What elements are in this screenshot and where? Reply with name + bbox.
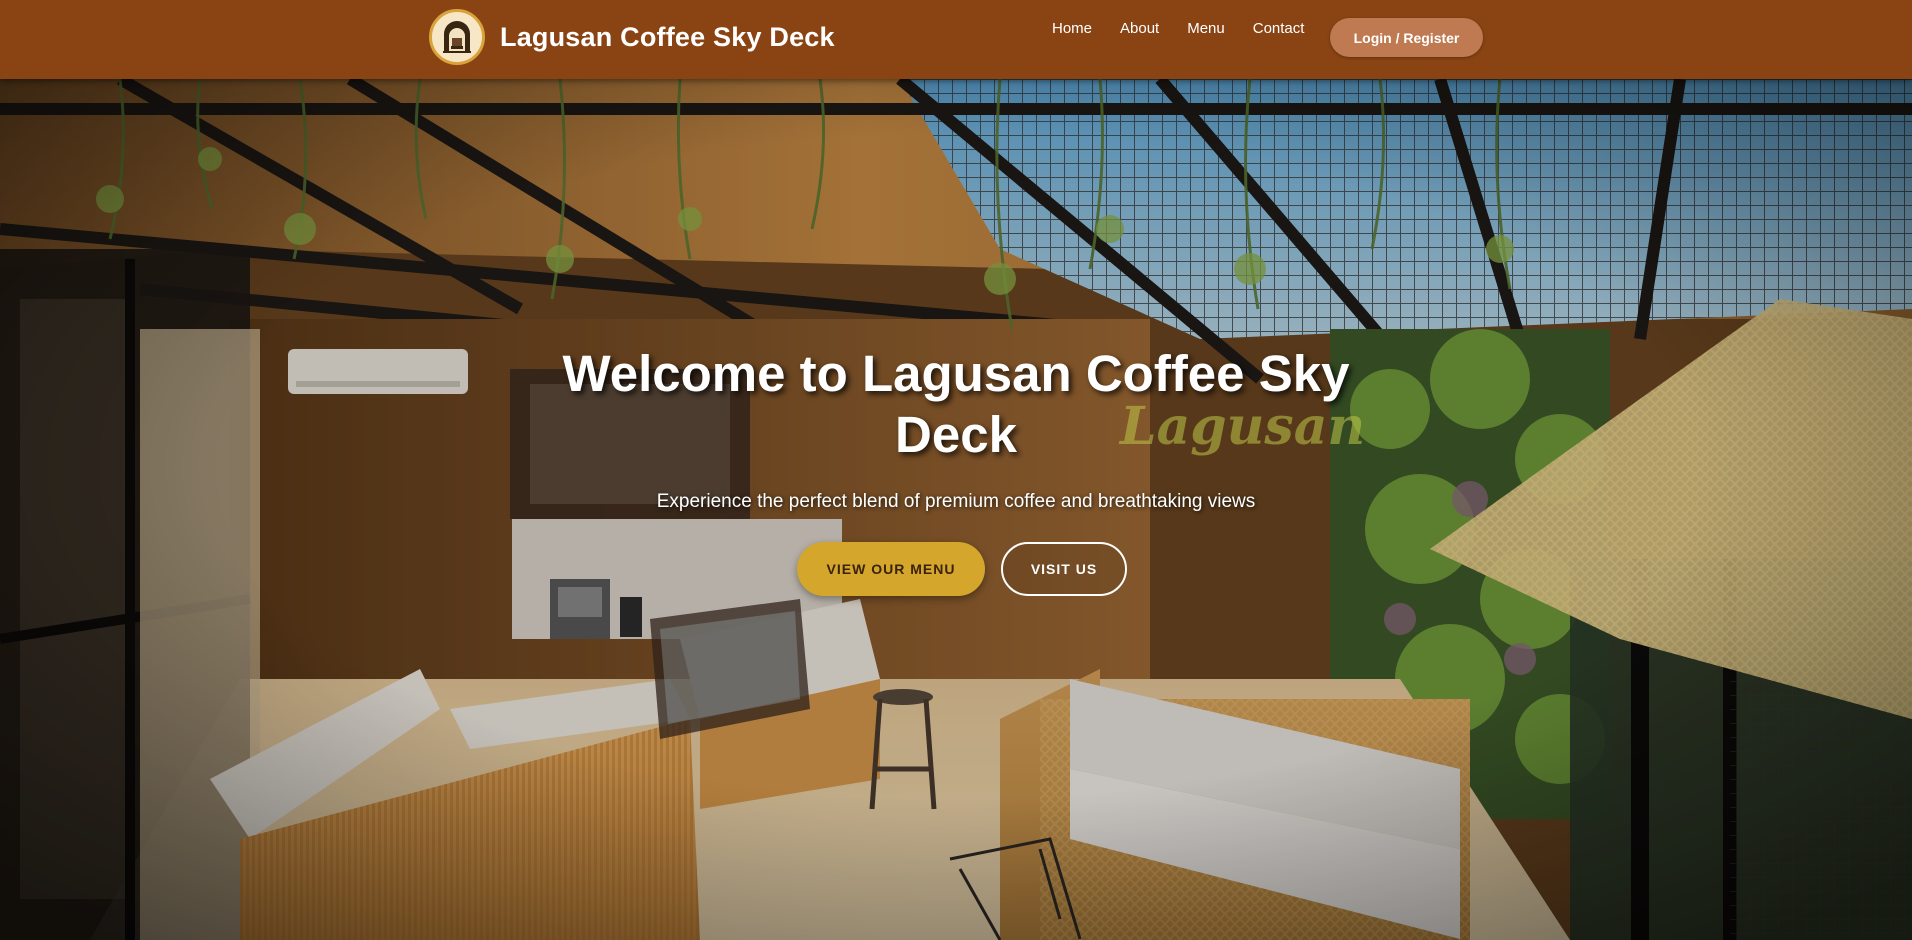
nav-link-contact[interactable]: Contact xyxy=(1253,20,1305,37)
hero-subtitle: Experience the perfect blend of premium … xyxy=(656,491,1256,512)
brand-name[interactable]: Lagusan Coffee Sky Deck xyxy=(500,22,835,53)
hero-content: Welcome to Lagusan Coffee Sky Deck Exper… xyxy=(556,343,1356,596)
logo-icon[interactable] xyxy=(429,9,485,65)
nav-links: Home About Menu Contact xyxy=(1052,20,1332,37)
page: Lagusan Coffee Sky Deck Home About Menu … xyxy=(0,0,1912,940)
hero-title: Welcome to Lagusan Coffee Sky Deck xyxy=(562,345,1350,463)
visit-us-button[interactable]: VISIT US xyxy=(1001,542,1127,596)
view-menu-button[interactable]: VIEW OUR MENU xyxy=(797,542,985,596)
hero-section: Lagusan xyxy=(0,79,1912,940)
navbar: Lagusan Coffee Sky Deck Home About Menu … xyxy=(0,0,1912,79)
nav-link-about[interactable]: About xyxy=(1120,20,1159,37)
login-register-button[interactable]: Login / Register xyxy=(1330,18,1483,57)
nav-link-menu[interactable]: Menu xyxy=(1187,20,1225,37)
nav-link-home[interactable]: Home xyxy=(1052,20,1092,37)
hero-buttons: VIEW OUR MENU VISIT US xyxy=(556,542,1356,596)
brand[interactable]: Lagusan Coffee Sky Deck xyxy=(429,9,835,65)
